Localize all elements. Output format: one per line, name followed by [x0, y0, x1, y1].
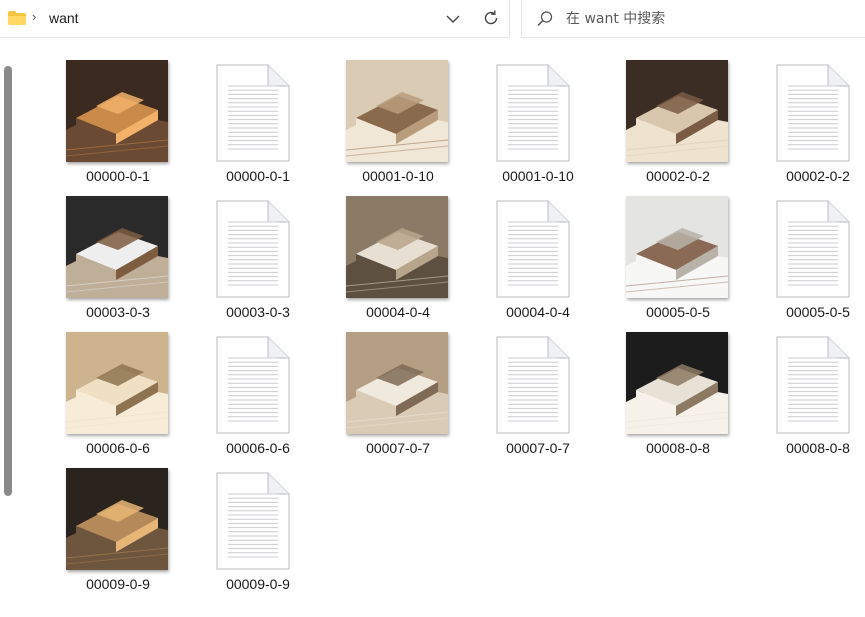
document-file-item[interactable]: 00003-0-3 — [158, 196, 298, 332]
image-file-item[interactable]: 00007-0-7 — [298, 332, 448, 468]
file-name-label: 00005-0-5 — [786, 304, 850, 320]
folder-icon — [8, 11, 26, 25]
image-thumbnail — [626, 60, 728, 162]
document-file-item[interactable]: 00006-0-6 — [158, 332, 298, 468]
document-file-item[interactable]: 00002-0-2 — [718, 60, 858, 196]
document-file-item[interactable]: 00000-0-1 — [158, 60, 298, 196]
image-thumbnail — [626, 196, 728, 298]
file-name-label: 00009-0-9 — [226, 576, 290, 592]
image-thumbnail — [626, 332, 728, 434]
document-file-item[interactable]: 00004-0-4 — [438, 196, 578, 332]
image-thumbnail — [66, 60, 168, 162]
image-thumbnail — [66, 468, 168, 570]
document-icon — [496, 64, 570, 162]
document-file-item[interactable]: 00007-0-7 — [438, 332, 578, 468]
document-file-item[interactable]: 00001-0-10 — [438, 60, 578, 196]
image-file-item[interactable]: 00006-0-6 — [18, 332, 168, 468]
document-file-item[interactable]: 00008-0-8 — [718, 332, 858, 468]
image-thumbnail — [66, 332, 168, 434]
refresh-icon[interactable] — [482, 9, 500, 27]
image-file-item[interactable]: 00008-0-8 — [578, 332, 728, 468]
image-file-item[interactable]: 00002-0-2 — [578, 60, 728, 196]
breadcrumb-separator-icon: › — [32, 9, 37, 24]
file-name-label: 00008-0-8 — [786, 440, 850, 456]
image-thumbnail — [346, 332, 448, 434]
image-file-item[interactable]: 00000-0-1 — [18, 60, 168, 196]
document-file-item[interactable]: 00005-0-5 — [718, 196, 858, 332]
address-bar[interactable]: › want — [0, 0, 510, 38]
image-file-item[interactable]: 00009-0-9 — [18, 468, 168, 604]
document-icon — [776, 64, 850, 162]
image-file-item[interactable]: 00004-0-4 — [298, 196, 448, 332]
document-file-item[interactable]: 00009-0-9 — [158, 468, 298, 604]
image-file-item[interactable]: 00003-0-3 — [18, 196, 168, 332]
document-icon — [496, 336, 570, 434]
document-icon — [216, 64, 290, 162]
image-thumbnail — [66, 196, 168, 298]
document-icon — [776, 336, 850, 434]
image-thumbnail — [346, 60, 448, 162]
search-icon — [537, 11, 553, 27]
image-thumbnail — [346, 196, 448, 298]
vertical-scrollbar[interactable] — [4, 66, 12, 496]
file-name-label: 00002-0-2 — [786, 168, 850, 184]
chevron-down-icon[interactable] — [444, 11, 462, 27]
breadcrumb-folder-want[interactable]: want — [49, 10, 79, 26]
document-icon — [216, 472, 290, 570]
search-box[interactable] — [521, 0, 865, 38]
document-icon — [216, 336, 290, 434]
document-icon — [216, 200, 290, 298]
image-file-item[interactable]: 00005-0-5 — [578, 196, 728, 332]
image-file-item[interactable]: 00001-0-10 — [298, 60, 448, 196]
search-input[interactable] — [566, 8, 856, 30]
document-icon — [776, 200, 850, 298]
document-icon — [496, 200, 570, 298]
top-bar: › want — [0, 0, 865, 44]
